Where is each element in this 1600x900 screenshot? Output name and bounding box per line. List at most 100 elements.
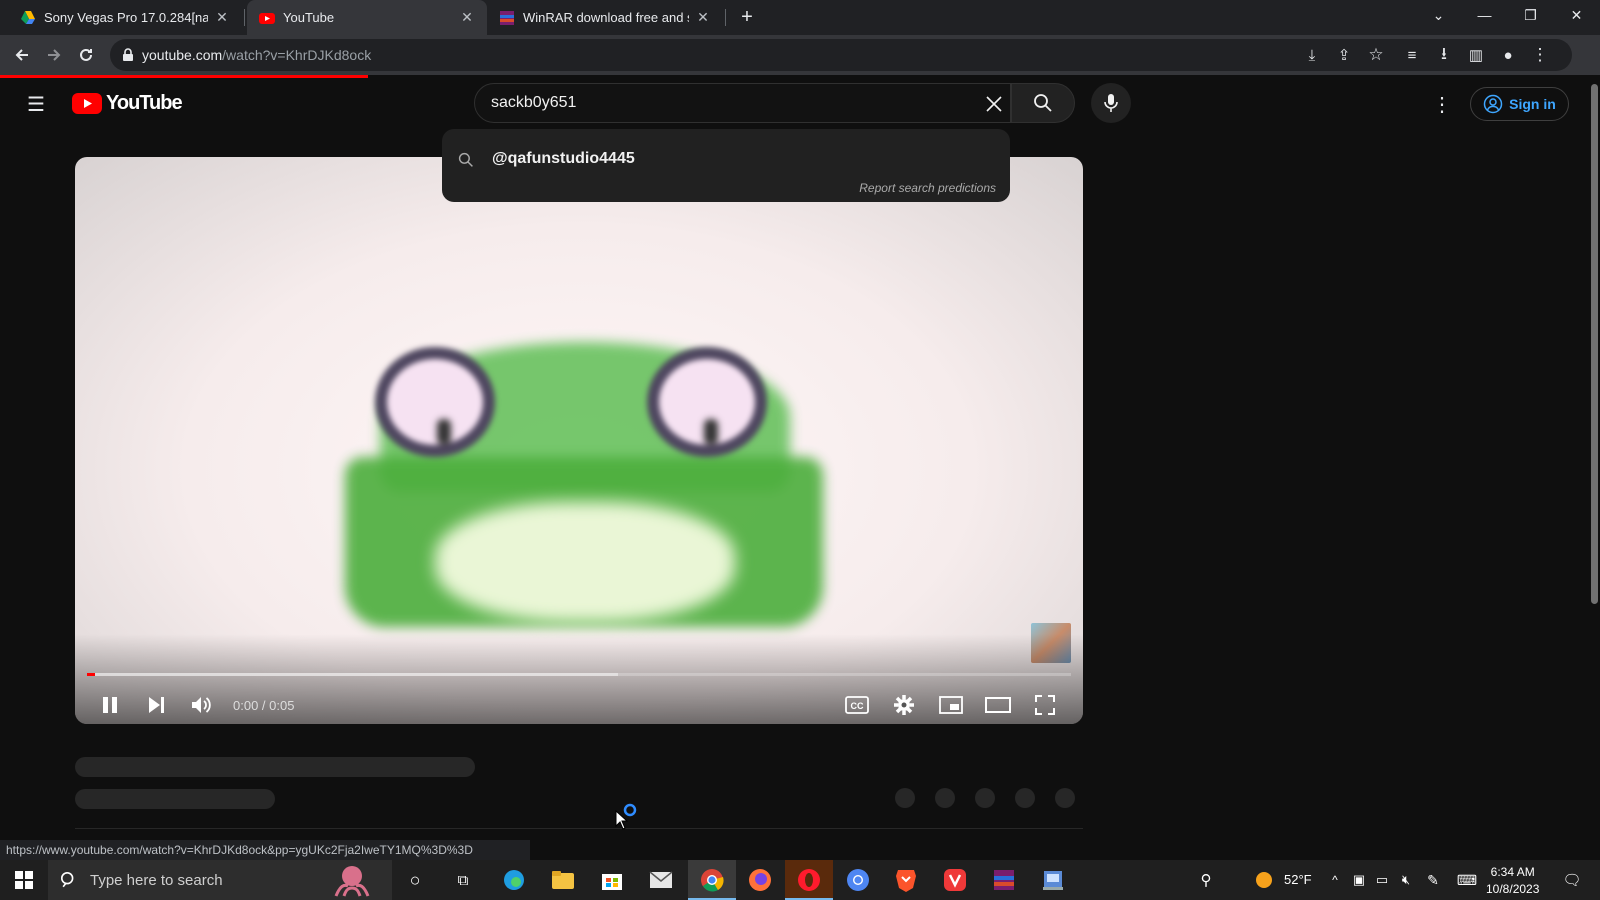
frog-pupil (437, 419, 451, 445)
pen-icon[interactable]: ✎ (1419, 866, 1447, 894)
clear-search-icon[interactable] (985, 95, 1003, 113)
share-icon[interactable]: ⇪ (1330, 41, 1358, 69)
browser-tab-strip: Sony Vegas Pro 17.0.284[nadutv ✕ YouTube… (0, 0, 1600, 35)
firefox-icon[interactable] (746, 866, 774, 894)
bookmark-star-icon[interactable]: ☆ (1362, 41, 1390, 69)
action-skeleton (1015, 788, 1035, 808)
cortana-icon[interactable]: ○ (401, 866, 429, 894)
skip-next-icon (149, 697, 164, 713)
google-drive-icon (21, 10, 35, 24)
search-icon (60, 871, 74, 888)
file-explorer-icon[interactable] (549, 866, 577, 894)
frog-pupil (704, 419, 718, 445)
fullscreen-button[interactable] (1027, 687, 1063, 723)
closed-captions-icon: CC (845, 696, 869, 714)
winrar-icon[interactable] (990, 866, 1018, 894)
windows-logo-icon (15, 871, 33, 889)
frog-mouth-shape (435, 502, 735, 622)
hamburger-menu-icon[interactable]: ☰ (22, 90, 50, 118)
address-bar[interactable]: youtube.com/watch?v=KhrDJKd8ock ⤓ ⇪ ☆ ≡ … (110, 39, 1572, 71)
downloads-icon[interactable]: ⭳ (1430, 41, 1458, 69)
task-view-icon[interactable]: ⧉ (449, 866, 477, 894)
search-button[interactable] (1011, 83, 1075, 123)
tab-sony-vegas[interactable]: Sony Vegas Pro 17.0.284[nadutv ✕ (8, 0, 242, 35)
brave-icon[interactable] (892, 866, 920, 894)
report-predictions-link[interactable]: Report search predictions (859, 181, 996, 195)
tab-youtube[interactable]: YouTube ✕ (247, 0, 487, 35)
close-window-button[interactable]: ✕ (1554, 0, 1599, 30)
miniplayer-button[interactable] (933, 687, 969, 723)
youtube-logo[interactable]: YouTube (72, 92, 183, 115)
pause-icon (103, 697, 117, 713)
profile-icon[interactable]: ● (1494, 41, 1522, 69)
media-controls-icon[interactable]: ≡ (1398, 41, 1426, 69)
edge-icon[interactable] (500, 866, 528, 894)
windows-start-button[interactable] (10, 866, 38, 894)
close-tab-icon[interactable]: ✕ (459, 9, 475, 26)
url-host: youtube.com (142, 47, 223, 63)
next-button[interactable] (138, 687, 174, 723)
opera-icon[interactable] (795, 866, 823, 894)
page-scrollbar[interactable] (1589, 78, 1600, 840)
voice-search-button[interactable] (1091, 83, 1131, 123)
played-bar (87, 673, 95, 676)
browser-menu-icon[interactable]: ⋮ (1526, 41, 1554, 69)
taskbar-search-box[interactable]: Type here to search (48, 860, 392, 900)
tab-title: WinRAR download free and sup (523, 10, 689, 25)
clock[interactable]: 6:34 AM 10/8/2023 (1486, 864, 1539, 898)
install-app-icon[interactable]: ⤓ (1298, 41, 1326, 69)
reload-button[interactable] (72, 41, 100, 69)
arrow-left-icon (15, 49, 28, 61)
search-suggestions-dropdown: @qafunstudio4445 Report search predictio… (442, 129, 1010, 202)
side-panel-icon[interactable]: ▥ (1462, 41, 1490, 69)
youtube-logo-icon (72, 93, 102, 114)
volume-button[interactable] (183, 687, 219, 723)
taskbar-search-placeholder: Type here to search (90, 871, 223, 889)
installer-icon[interactable] (1039, 866, 1067, 894)
minimize-button[interactable]: — (1462, 0, 1507, 30)
theater-mode-button[interactable] (980, 687, 1016, 723)
youtube-icon (259, 12, 275, 24)
sign-in-button[interactable]: Sign in (1470, 87, 1569, 121)
vivaldi-icon[interactable] (941, 866, 969, 894)
new-tab-button[interactable]: + (733, 3, 761, 31)
scrollbar-thumb[interactable] (1591, 84, 1598, 604)
tab-search-chevron-icon[interactable]: ⌄ (1416, 0, 1461, 30)
settings-menu-icon[interactable]: ⋮ (1428, 90, 1456, 118)
browser-toolbar: youtube.com/watch?v=KhrDJKd8ock ⤓ ⇪ ☆ ≡ … (0, 35, 1600, 75)
suggestion-item[interactable]: @qafunstudio4445 (492, 150, 635, 168)
close-tab-icon[interactable]: ✕ (214, 9, 230, 26)
notifications-icon[interactable]: 🗨︎ (1558, 866, 1586, 894)
lock-icon (123, 48, 133, 61)
settings-button[interactable] (886, 687, 922, 723)
mail-icon[interactable] (647, 866, 675, 894)
octopus-illustration-icon (334, 866, 370, 897)
frog-left-eye (375, 347, 495, 457)
volume-muted-icon[interactable]: 🔇︎ (1392, 866, 1420, 894)
microsoft-store-icon[interactable] (598, 866, 626, 894)
tab-winrar[interactable]: WinRAR download free and sup ✕ (487, 0, 723, 35)
chromium-icon[interactable] (844, 866, 872, 894)
action-skeleton (935, 788, 955, 808)
pause-button[interactable] (92, 687, 128, 723)
windows-taskbar: Type here to search ○ ⧉ ⚲ 52°F ^ ▣ ▭ 🔇︎ … (0, 860, 1600, 900)
close-tab-icon[interactable]: ✕ (695, 9, 711, 26)
weather-sun-icon[interactable] (1250, 866, 1278, 894)
captions-button[interactable]: CC (839, 687, 875, 723)
gear-icon (894, 695, 914, 715)
back-button[interactable] (8, 41, 36, 69)
forward-button[interactable] (40, 41, 68, 69)
video-player[interactable]: 0:00 / 0:05 CC (75, 157, 1083, 724)
keyboard-icon[interactable]: ⌨ (1453, 866, 1481, 894)
link-status-bubble: https://www.youtube.com/watch?v=KhrDJKd8… (0, 840, 530, 860)
chrome-icon[interactable] (698, 866, 726, 894)
weather-temperature[interactable]: 52°F (1284, 872, 1312, 887)
seek-bar[interactable] (87, 673, 1071, 676)
search-input[interactable]: sackb0y651 (474, 83, 1011, 123)
people-icon[interactable]: ⚲ (1192, 866, 1220, 894)
channel-skeleton (75, 789, 275, 809)
tab-title: YouTube (283, 10, 335, 25)
loading-spinner-icon (623, 803, 637, 817)
youtube-header: ☰ YouTube sackb0y651 ⋮ Sign in (0, 78, 1588, 134)
restore-button[interactable]: ❐ (1508, 0, 1553, 30)
